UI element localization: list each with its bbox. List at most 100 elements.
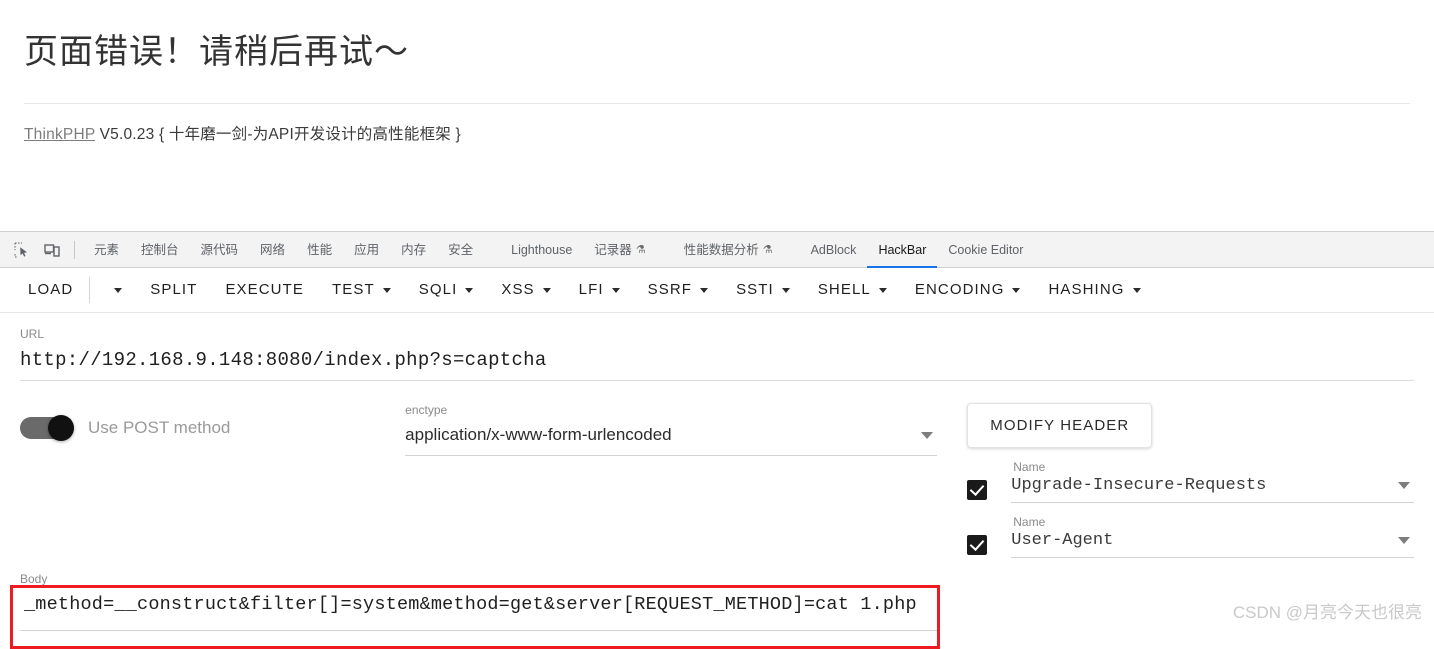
- chevron-down-icon: [114, 287, 123, 293]
- enctype-select[interactable]: application/x-www-form-urlencoded: [405, 417, 937, 455]
- tab-label: 网络: [260, 242, 286, 257]
- framework-version-line: ThinkPHP V5.0.23 { 十年磨一剑-为API开发设计的高性能框架 …: [24, 104, 1410, 144]
- toolbar-divider: [89, 277, 91, 303]
- url-field-group: URL http://192.168.9.148:8080/index.php?…: [0, 313, 1434, 381]
- sqli-menu-button[interactable]: SQLI: [405, 268, 488, 312]
- device-toolbar-icon[interactable]: [38, 237, 66, 263]
- tab-performance[interactable]: 性能: [296, 232, 343, 268]
- use-post-method-toggle[interactable]: [20, 415, 74, 441]
- tab-network[interactable]: 网络: [249, 232, 296, 268]
- tab-label: 性能: [307, 242, 333, 257]
- chevron-down-icon: [1132, 287, 1141, 293]
- tab-label: 控制台: [141, 242, 179, 257]
- page-title: 页面错误！请稍后再试～: [24, 33, 409, 71]
- tab-elements[interactable]: 元素: [83, 232, 130, 268]
- tab-lighthouse[interactable]: Lighthouse: [500, 232, 583, 268]
- header-line: User-Agent: [967, 531, 1414, 558]
- header-name-value: User-Agent: [1011, 531, 1114, 550]
- version-text: V5.0.23 { 十年磨一剑-为API开发设计的高性能框架 }: [99, 126, 461, 143]
- sqli-label: SQLI: [418, 281, 458, 298]
- flask-icon: ⚗: [635, 243, 646, 256]
- watermark: CSDN @月亮今天也很亮: [1232, 603, 1422, 622]
- thinkphp-link[interactable]: ThinkPHP: [24, 126, 95, 143]
- tab-performance-insights[interactable]: 性能数据分析 ⚗: [673, 232, 784, 268]
- tab-label: 应用: [354, 242, 380, 257]
- header-row: Name User-Agent: [967, 515, 1414, 558]
- hashing-label: HASHING: [1048, 281, 1125, 298]
- tab-adblock[interactable]: AdBlock: [800, 232, 868, 268]
- chevron-down-icon: [878, 287, 887, 293]
- body-field-group: Body _method=__construct&filter[]=system…: [0, 558, 1434, 649]
- hackbar-toolbar: LOAD SPLIT EXECUTE TEST SQLI XSS LFI SSR…: [0, 268, 1434, 313]
- tab-label: 性能数据分析: [683, 242, 759, 257]
- body-label: Body: [20, 572, 48, 586]
- tab-label: Cookie Editor: [948, 242, 1024, 257]
- enctype-underline: [405, 455, 938, 456]
- hashing-menu-button[interactable]: HASHING: [1034, 268, 1154, 312]
- chevron-down-icon: [382, 287, 391, 293]
- shell-menu-button[interactable]: SHELL: [804, 268, 901, 312]
- post-method-group: Use POST method: [20, 403, 405, 441]
- test-label: TEST: [332, 281, 375, 298]
- header-enabled-checkbox[interactable]: [967, 534, 988, 555]
- xss-label: XSS: [501, 281, 535, 298]
- test-menu-button[interactable]: TEST: [318, 268, 405, 312]
- chevron-down-icon: [1397, 482, 1410, 489]
- body-underline: [20, 630, 940, 631]
- tab-cookie-editor[interactable]: Cookie Editor: [937, 232, 1034, 268]
- url-label: URL: [20, 327, 45, 341]
- chevron-down-icon: [700, 287, 709, 293]
- chevron-down-icon: [611, 287, 620, 293]
- inspect-element-icon[interactable]: [8, 237, 36, 263]
- use-post-method-label: Use POST method: [88, 418, 231, 437]
- chevron-down-icon: [781, 287, 790, 293]
- body-textarea[interactable]: _method=__construct&filter[]=system&meth…: [20, 586, 940, 624]
- tab-security[interactable]: 安全: [437, 232, 484, 268]
- shell-label: SHELL: [817, 281, 871, 298]
- header-name-label: Name: [1013, 460, 1046, 474]
- header-enabled-checkbox[interactable]: [967, 479, 988, 500]
- tab-label: Lighthouse: [511, 242, 573, 257]
- modify-header-panel: MODIFY HEADER Name Upgrade-Insecure-Requ…: [967, 403, 1414, 558]
- header-line: Upgrade-Insecure-Requests: [967, 476, 1414, 503]
- tab-label: 内存: [401, 242, 427, 257]
- ssrf-label: SSRF: [647, 281, 693, 298]
- tab-recorder[interactable]: 记录器 ⚗: [583, 232, 656, 268]
- tab-sources[interactable]: 源代码: [190, 232, 250, 268]
- ssti-menu-button[interactable]: SSTI: [722, 268, 804, 312]
- devtools-tabbar: 元素 控制台 源代码 网络 性能 应用 内存 安全 Lighthouse 记录器…: [0, 231, 1434, 268]
- enctype-label: enctype: [405, 403, 448, 417]
- chevron-down-icon: [1397, 537, 1410, 544]
- url-input[interactable]: http://192.168.9.148:8080/index.php?s=ca…: [20, 341, 1414, 380]
- devtools-panel: 元素 控制台 源代码 网络 性能 应用 内存 安全 Lighthouse 记录器…: [0, 231, 1434, 649]
- xss-menu-button[interactable]: XSS: [487, 268, 564, 312]
- header-row: Name Upgrade-Insecure-Requests: [967, 460, 1414, 503]
- toggle-knob: [48, 415, 74, 441]
- split-label: SPLIT: [150, 281, 198, 298]
- header-name-select[interactable]: User-Agent: [1011, 531, 1414, 558]
- chevron-down-icon: [542, 287, 551, 293]
- load-dropdown-button[interactable]: [92, 268, 136, 312]
- load-button[interactable]: LOAD: [14, 268, 87, 312]
- lfi-label: LFI: [578, 281, 604, 298]
- tab-hackbar[interactable]: HackBar: [867, 232, 937, 268]
- chevron-down-icon: [921, 431, 934, 439]
- tab-label: 源代码: [200, 242, 239, 257]
- encoding-label: ENCODING: [914, 281, 1005, 298]
- encoding-menu-button[interactable]: ENCODING: [901, 268, 1035, 312]
- request-options-row: Use POST method enctype application/x-ww…: [0, 381, 1434, 558]
- tab-console[interactable]: 控制台: [130, 232, 190, 268]
- ssrf-menu-button[interactable]: SSRF: [634, 268, 722, 312]
- flask-icon: ⚗: [762, 243, 773, 256]
- enctype-group: enctype application/x-www-form-urlencode…: [405, 403, 938, 456]
- lfi-menu-button[interactable]: LFI: [565, 268, 634, 312]
- tab-label: HackBar: [878, 242, 927, 257]
- enctype-value-text: application/x-www-form-urlencoded: [405, 425, 672, 444]
- tab-memory[interactable]: 内存: [390, 232, 437, 268]
- tab-application[interactable]: 应用: [343, 232, 390, 268]
- header-name-select[interactable]: Upgrade-Insecure-Requests: [1011, 476, 1414, 503]
- split-button[interactable]: SPLIT: [136, 268, 211, 312]
- modify-header-button[interactable]: MODIFY HEADER: [967, 403, 1153, 448]
- header-name-label: Name: [1013, 515, 1046, 529]
- execute-button[interactable]: EXECUTE: [211, 268, 318, 312]
